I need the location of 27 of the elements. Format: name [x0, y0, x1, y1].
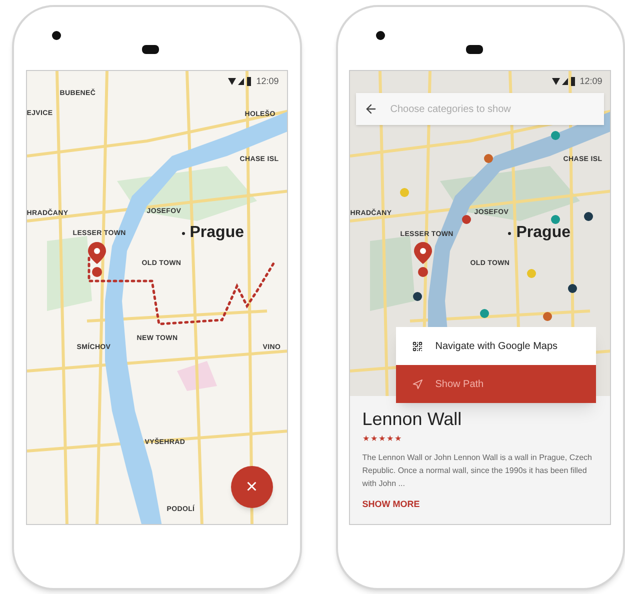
menu-item[interactable]: Show Path [396, 365, 596, 403]
speaker-icon [142, 45, 159, 54]
signal-icons [552, 77, 576, 86]
map-pin-icon[interactable] [88, 242, 106, 278]
star-icon: ★ [370, 434, 378, 442]
back-icon[interactable] [364, 102, 378, 116]
camera-icon [52, 31, 61, 40]
status-time: 12:09 [580, 75, 602, 88]
speaker-icon [466, 45, 482, 54]
show-more-link[interactable]: SHOW MORE [362, 498, 598, 511]
camera-icon [376, 31, 384, 40]
star-icon: ★ [378, 434, 386, 442]
map-pin-icon[interactable] [414, 242, 432, 278]
place-description: The Lennon Wall or John Lennon Wall is a wall in Prague, Czech Republic. Once a normal wall, since the 1990s it has been filled with John ... [362, 452, 594, 490]
city-label: Prague [516, 223, 570, 243]
search-bar[interactable]: Choose categories to show [356, 93, 604, 125]
menu-item[interactable]: Navigate with Google Maps [396, 327, 596, 365]
star-icon: ★ [362, 434, 370, 442]
place-title: Lennon Wall [362, 408, 463, 430]
qr-icon [412, 340, 424, 352]
star-icon: ★ [394, 434, 402, 442]
star-icon: ★ [386, 434, 394, 442]
city-label: Prague [190, 223, 244, 243]
category-search-field[interactable]: Choose categories to show [390, 102, 596, 116]
signal-icons [228, 77, 252, 86]
status-time: 12:09 [256, 75, 279, 88]
navigation-arrow-icon [412, 378, 424, 390]
